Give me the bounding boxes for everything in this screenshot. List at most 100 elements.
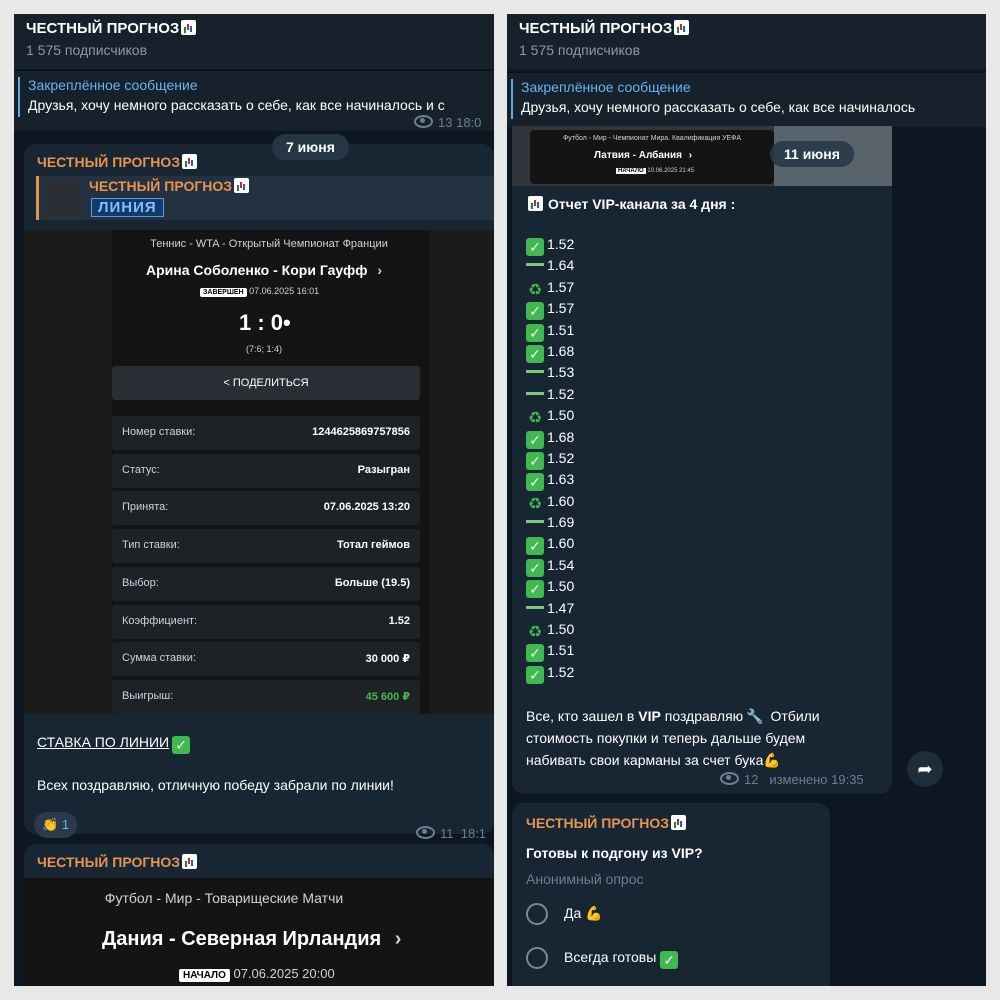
bet-detail-label: Коэффициент:	[122, 614, 198, 627]
result-odds: 1.52	[547, 236, 575, 252]
bet-detail-row: Выигрыш: 45 600 ₽	[112, 679, 420, 714]
checkmark-icon: ✓	[526, 665, 544, 684]
pinned-message[interactable]: Закреплённое сообщение Друзья, хочу немн…	[14, 70, 494, 131]
recycle-icon: ♻	[527, 624, 543, 642]
pin-accent-bar	[18, 77, 20, 117]
message-bubble: Футбол - Мир - Чемпионат Мира. Квалифика…	[512, 126, 892, 794]
result-item: ✓ 1.54	[526, 557, 574, 578]
footer-line-1: Все, кто зашел в VIP поздравляю 🔧 Отбили	[526, 708, 820, 724]
bet-detail-row: Статус: Разыгран	[112, 453, 420, 488]
recycle-icon: ♻	[527, 495, 543, 513]
checkmark-icon: ✓	[526, 238, 544, 256]
message-meta: 12 изменено 19:35	[720, 772, 864, 787]
poll-question: Готовы к подгону из VIP?	[526, 845, 703, 861]
report-title: Отчет VIP-канала за 4 дня :	[526, 196, 735, 212]
pinned-text: Друзья, хочу немного рассказать о себе, …	[28, 97, 445, 113]
bet-detail-row: Сумма ставки: 30 000 ₽	[112, 642, 420, 677]
message-meta: 13 18:0	[414, 115, 481, 130]
views-icon	[720, 772, 739, 785]
result-odds: 1.50	[547, 578, 575, 595]
poll-option-always[interactable]: Всегда готовы ✓	[564, 949, 681, 969]
subscriber-count: 1 575 подписчиков	[26, 42, 148, 58]
result-odds: 1.51	[547, 642, 575, 659]
result-item: ✓ 1.51	[526, 322, 574, 343]
dash-icon	[526, 263, 544, 267]
pinned-title: Закреплённое сообщение	[521, 79, 691, 95]
result-item: ✓ 1.52	[526, 450, 574, 471]
bet-details: Номер ставки: 1244625869757856 Статус: Разы…	[14, 230, 484, 714]
poll-option-radio[interactable]	[526, 947, 548, 969]
pinned-text: Друзья, хочу немного рассказать о себе, …	[521, 99, 916, 115]
checkmark-icon: ✓	[526, 430, 544, 449]
channel-title: ЧЕСТНЫЙ ПРОГНОЗ	[26, 20, 197, 37]
poll-option-yes[interactable]: Да 💪	[564, 905, 603, 922]
forward-button[interactable]: ➦	[907, 751, 943, 787]
checkmark-icon: ✓	[526, 580, 544, 599]
flexed-arm-icon: 💪	[763, 752, 781, 768]
match-time: НАЧАЛО 07.06.2025 20:00	[179, 966, 335, 982]
bet-detail-value: 30 000 ₽	[365, 653, 410, 666]
result-item: ♻ 1.50	[526, 621, 574, 642]
result-item: ✓ 1.60	[526, 535, 574, 556]
chart-icon	[674, 20, 690, 35]
result-odds: 1.54	[547, 556, 575, 573]
result-odds: 1.51	[547, 321, 575, 338]
forwarded-preview[interactable]: ЧЕСТНЫЙ ПРОГНОЗ ЛИНИЯ	[36, 176, 494, 220]
bet-detail-value: 1.52	[388, 614, 410, 627]
preview-match: Латвия - Албания ›	[594, 150, 693, 161]
result-odds: 1.52	[547, 663, 575, 680]
dash-icon	[526, 370, 544, 374]
bet-screenshot[interactable]: Теннис - WTA - Открытый Чемпионат Франци…	[24, 230, 494, 714]
message-meta: 11 18:1	[416, 826, 486, 841]
pin-accent-bar	[511, 79, 513, 119]
poll-bubble: ЧЕСТНЫЙ ПРОГНОЗ Готовы к подгону из VIP?…	[512, 803, 830, 986]
line-tag: ЛИНИЯ	[91, 198, 164, 217]
subscriber-count: 1 575 подписчиков	[519, 42, 641, 58]
result-odds: 1.60	[547, 492, 575, 509]
result-odds: 1.52	[547, 385, 575, 402]
chart-icon	[182, 854, 198, 869]
chat-header[interactable]: ЧЕСТНЫЙ ПРОГНОЗ 1 575 подписчиков	[14, 14, 494, 69]
result-item: 1.47	[526, 600, 574, 621]
result-odds: 1.64	[547, 257, 575, 274]
bet-detail-row: Тип ставки: Тотал геймов	[112, 529, 420, 564]
match-card[interactable]: Футбол - Мир - Товарищеские Матчи Дания …	[24, 878, 494, 986]
bet-detail-value: Больше (19.5)	[334, 576, 410, 589]
bet-detail-value: 1244625869757856	[312, 426, 410, 438]
chart-icon	[234, 178, 250, 193]
result-item: ✓ 1.63	[526, 471, 574, 492]
preview-time: НАЧАЛО 10.06.2025 21:45	[616, 168, 695, 174]
forward-icon: ➦	[917, 759, 933, 779]
checkmark-icon: ✓	[172, 736, 191, 754]
bet-detail-value: 07.06.2025 13:20	[323, 501, 410, 514]
result-item: ✓ 1.50	[526, 578, 574, 599]
match-league: Футбол - Мир - Товарищеские Матчи	[104, 890, 344, 906]
chart-icon	[671, 815, 687, 830]
preview-league: Футбол - Мир - Чемпионат Мира. Квалифика…	[562, 135, 742, 142]
caption-title: СТАВКА ПО ЛИНИИ ✓	[37, 734, 193, 754]
chart-icon	[528, 196, 543, 211]
message-author[interactable]: ЧЕСТНЫЙ ПРОГНОЗ	[37, 154, 198, 170]
result-item: 1.69	[526, 514, 574, 535]
chat-header[interactable]: ЧЕСТНЫЙ ПРОГНОЗ 1 575 подписчиков	[507, 14, 986, 69]
message-author[interactable]: ЧЕСТНЫЙ ПРОГНОЗ	[526, 815, 687, 831]
bet-detail-label: Номер ставки:	[122, 426, 196, 438]
date-separator: 11 июня	[770, 141, 854, 167]
poll-option-radio[interactable]	[526, 903, 548, 925]
bet-detail-row: Выбор: Больше (19.5)	[112, 566, 420, 601]
bet-detail-row: Принята: 07.06.2025 13:20	[112, 491, 420, 526]
dash-icon	[526, 605, 544, 609]
message-author[interactable]: ЧЕСТНЫЙ ПРОГНОЗ	[37, 854, 198, 870]
dash-icon	[526, 520, 544, 524]
bet-detail-value: Разыгран	[357, 463, 410, 476]
reaction-chip[interactable]: 👏 1	[34, 812, 78, 838]
left-chat-panel: ЧЕСТНЫЙ ПРОГНОЗ 1 575 подписчиков Закреп…	[14, 14, 494, 986]
result-odds: 1.57	[547, 300, 575, 317]
checkmark-icon: ✓	[660, 951, 679, 969]
result-item: ♻ 1.57	[526, 279, 574, 300]
chevron-right-icon: ›	[394, 928, 402, 950]
forwarded-author: ЧЕСТНЫЙ ПРОГНОЗ	[89, 178, 250, 194]
chart-icon	[181, 20, 197, 35]
pinned-message[interactable]: Закреплённое сообщение Друзья, хочу немн…	[507, 72, 986, 127]
footer-line-2: стоимость покупки и теперь дальше будем	[526, 730, 806, 746]
